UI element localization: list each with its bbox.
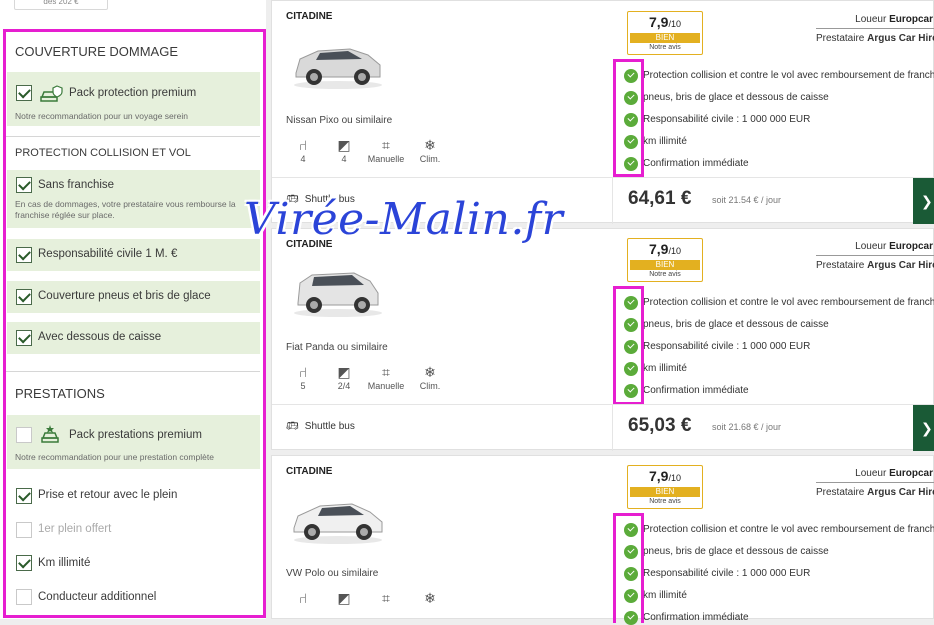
bus-icon: 🚌︎ (286, 421, 299, 432)
sidebar-highlight-frame (3, 29, 266, 618)
car-image[interactable] (290, 484, 386, 546)
loueur-label: Loueur Europcar (855, 14, 933, 25)
snowflake-icon: ❄ (424, 137, 436, 153)
checkmarks-highlight-frame (613, 286, 644, 405)
divider (612, 405, 613, 451)
door-icon: ◩ (337, 364, 351, 380)
offer-card: CITADINE VW Polo ou similaire ⑁ ◩ ⌗ ❄ 7,… (271, 455, 934, 625)
prestataire-label: Prestataire Argus Car Hire (816, 260, 934, 271)
snowflake-icon: ❄ (424, 590, 436, 606)
price-pill[interactable]: dès 202 € (14, 0, 108, 10)
card-footer: 🚌︎ Shuttle bus 65,03 € soit 21.68 € / jo… (272, 404, 934, 451)
select-offer-button[interactable]: ❯ (913, 178, 934, 224)
car-name: VW Polo ou similaire (286, 568, 379, 579)
price: 64,61 € (628, 188, 692, 209)
gearbox-icon: ⌗ (382, 137, 390, 153)
feature-doors: ◩ (324, 589, 364, 607)
car-category: CITADINE (286, 466, 333, 477)
divider (816, 482, 934, 483)
car-image[interactable] (290, 29, 386, 91)
price-per-day: soit 21.68 € / jour (712, 422, 782, 432)
seat-icon: ⑁ (298, 364, 308, 380)
offer-card: CITADINE Nissan Pixo ou similaire ⑁ 4 ◩ 4 … (271, 0, 934, 224)
watermark: Virée-Malin.fr (244, 194, 564, 245)
rating-badge: 7,9/10 BIEN Notre avis (627, 238, 703, 282)
feature-seats: ⑁ (283, 589, 323, 607)
gearbox-icon: ⌗ (382, 590, 390, 606)
rating-badge: 7,9/10 BIEN Notre avis (627, 11, 703, 55)
snowflake-icon: ❄ (424, 364, 436, 380)
checkmarks-highlight-frame (613, 59, 644, 177)
car-name: Nissan Pixo ou similaire (286, 115, 393, 126)
car-name: Fiat Panda ou similaire (286, 342, 388, 353)
price: 65,03 € (628, 415, 692, 436)
prestataire-label: Prestataire Argus Car Hire (816, 33, 934, 44)
door-icon: ◩ (337, 137, 351, 153)
divider (816, 28, 934, 29)
seat-icon: ⑁ (298, 590, 308, 606)
divider (816, 255, 934, 256)
feature-gearbox: ⌗ (366, 589, 406, 607)
price-per-day: soit 21.54 € / jour (712, 195, 782, 205)
feature-aircon: ❄ Clim. (410, 136, 450, 164)
feature-doors: ◩ 4 (324, 136, 364, 164)
feature-gearbox: ⌗ Manuelle (367, 137, 405, 164)
feature-aircon: ❄ (410, 589, 450, 607)
divider (612, 178, 613, 224)
feature-seats: ⑁ 4 (283, 136, 323, 164)
checkmarks-highlight-frame (613, 513, 644, 623)
feature-doors: ◩ 2/4 (324, 363, 364, 391)
car-category: CITADINE (286, 11, 333, 22)
prestataire-label: Prestataire Argus Car Hire (816, 487, 934, 498)
feature-seats: ⑁ 5 (283, 363, 323, 391)
select-offer-button[interactable]: ❯ (913, 405, 934, 451)
door-icon: ◩ (337, 590, 351, 606)
shuttle-info: 🚌︎ Shuttle bus (286, 421, 355, 432)
seat-icon: ⑁ (298, 137, 308, 153)
gearbox-icon: ⌗ (382, 364, 390, 380)
rating-badge: 7,9/10 BIEN Notre avis (627, 465, 703, 509)
filter-sidebar: dès 202 € COUVERTURE DOMMAGE Pack protec… (0, 0, 266, 619)
offer-card: CITADINE Fiat Panda ou similaire ⑁ 5 ◩ 2/4… (271, 228, 934, 451)
car-image[interactable] (290, 257, 386, 319)
loueur-label: Loueur Europcar (855, 468, 933, 479)
feature-gearbox: ⌗ Manuelle (367, 364, 405, 391)
loueur-label: Loueur Europcar (855, 241, 933, 252)
feature-aircon: ❄ Clim. (410, 363, 450, 391)
